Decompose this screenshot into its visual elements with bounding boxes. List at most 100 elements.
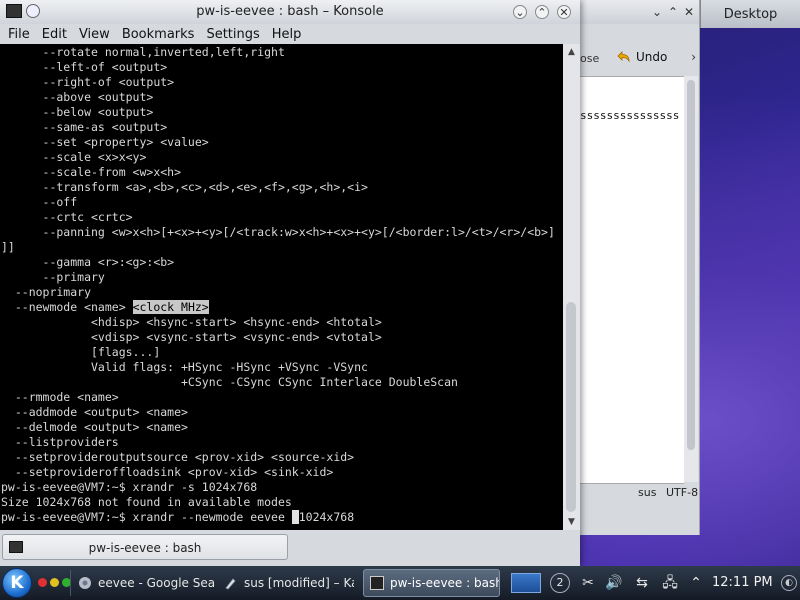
window-dots	[38, 578, 71, 587]
editor-text-line: sssssssssssssss	[580, 109, 680, 122]
konsole-window[interactable]: pw-is-eevee : bash – Konsole ⌄ ⌃ ✕ File …	[0, 0, 580, 566]
terminal-line: --newmode <name> <clock MHz>	[1, 300, 209, 315]
terminal-line: --scale-from <w>x<h>	[1, 165, 182, 179]
kate-window[interactable]: ⌄ ⌃ ✕ ose Undo › sssssssssssssss sus UTF…	[580, 0, 700, 535]
volume-icon[interactable]: 🔊	[604, 573, 624, 593]
terminal-line: Size 1024x768 not found in available mod…	[1, 495, 292, 509]
kate-statusbar: sus UTF-8	[580, 484, 700, 502]
task-chrome[interactable]: eevee - Google Sea	[78, 569, 216, 597]
task-kate[interactable]: sus [modified] – Kat	[224, 569, 354, 597]
maximize-icon[interactable]: ⌃	[535, 5, 549, 19]
terminal-line: --transform <a>,<b>,<c>,<d>,<e>,<f>,<g>,…	[1, 180, 368, 194]
task-label: sus [modified] – Kat	[244, 576, 354, 590]
command-prompt-line[interactable]: pw-is-eevee@VM7:~$ xrandr --newmode eeve…	[1, 510, 354, 525]
scrollbar-thumb[interactable]	[687, 80, 695, 450]
terminal-line: Valid flags: +HSync -HSync +VSync -VSync	[1, 360, 368, 374]
undo-icon	[617, 51, 630, 63]
terminal-line: --same-as <output>	[1, 120, 168, 134]
toolbar-overflow-button[interactable]: ›	[691, 50, 696, 64]
terminal-line: --off	[1, 195, 78, 209]
divider	[70, 570, 71, 596]
terminal-line: --panning <w>x<h>[+<x>+<y>[/<track:w>x<h…	[1, 225, 555, 239]
undo-button[interactable]: Undo	[614, 48, 667, 66]
terminal-line: <hdisp> <hsync-start> <hsync-end> <htota…	[1, 315, 382, 329]
konsole-titlebar[interactable]: pw-is-eevee : bash – Konsole ⌄ ⌃ ✕	[0, 0, 580, 24]
terminal-line: --gamma <r>:<g>:<b>	[1, 255, 175, 269]
maximize-icon[interactable]: ⌃	[666, 5, 680, 19]
clock[interactable]: 12:11 PM	[712, 575, 773, 590]
selected-text[interactable]: <clock MHz>	[132, 300, 209, 314]
chrome-icon	[79, 577, 91, 589]
usb-icon[interactable]: ⇆	[632, 573, 652, 593]
tab-label: pw-is-eevee : bash	[88, 541, 202, 555]
tray-expand-icon[interactable]: ⌃	[686, 573, 706, 593]
terminal-line: --primary	[1, 270, 105, 284]
minimize-icon[interactable]: ⌄	[513, 5, 527, 19]
terminal-scrollbar[interactable]: ▲ ▼	[563, 44, 580, 530]
menu-bookmarks[interactable]: Bookmarks	[116, 27, 201, 42]
tab-session[interactable]: pw-is-eevee : bash	[2, 534, 288, 560]
panel-options-icon[interactable]: ◐	[781, 575, 797, 591]
terminal-line: --setprovideroffloadsink <prov-xid> <sin…	[1, 465, 334, 479]
terminal-line: ]]	[1, 240, 15, 254]
menu-file[interactable]: File	[2, 27, 36, 42]
network-icon[interactable]: 🖧	[660, 573, 680, 593]
terminal-text: --newmode <name>	[1, 300, 133, 314]
task-konsole[interactable]: pw-is-eevee : bash	[363, 569, 500, 597]
close-icon[interactable]: ✕	[682, 5, 696, 19]
red-dot-icon	[38, 578, 47, 587]
notifications-badge[interactable]: 2	[550, 573, 570, 593]
konsole-tabbar: pw-is-eevee : bash	[0, 531, 580, 566]
terminal-line: --set <property> <value>	[1, 135, 209, 149]
desktop-pager[interactable]	[511, 573, 541, 593]
menu-help[interactable]: Help	[266, 27, 308, 42]
task-label: eevee - Google Sea	[98, 576, 216, 590]
close-icon[interactable]: ✕	[557, 5, 571, 19]
kate-toolbar: ose Undo ›	[580, 44, 700, 72]
minimize-icon[interactable]: ⌄	[650, 5, 664, 19]
terminal-line: --addmode <output> <name>	[1, 405, 188, 419]
menu-settings[interactable]: Settings	[200, 27, 265, 42]
terminal-line: --setprovideroutputsource <prov-xid> <so…	[1, 450, 355, 464]
terminal-line: --left-of <output>	[1, 60, 168, 74]
kate-scrollbar[interactable]	[684, 76, 698, 482]
scrollbar-thumb[interactable]	[566, 302, 576, 512]
konsole-icon	[370, 576, 384, 590]
terminal-output[interactable]: --rotate normal,inverted,left,right --le…	[0, 44, 563, 530]
terminal-line: --delmode <output> <name>	[1, 420, 188, 434]
status-encoding[interactable]: UTF-8	[666, 486, 698, 499]
terminal-line: --rmmode <name>	[1, 390, 119, 404]
kde-menu-button[interactable]: K	[2, 568, 32, 598]
status-mode[interactable]: sus	[638, 486, 656, 499]
terminal-line: <vdisp> <vsync-start> <vsync-end> <vtota…	[1, 330, 382, 344]
terminal-line: pw-is-eevee@VM7:~$ xrandr -s 1024x768	[1, 480, 258, 494]
terminal-line: --scale <x>x<y>	[1, 150, 147, 164]
desktop-label[interactable]: Desktop	[700, 0, 800, 28]
terminal-line: --crtc <crtc>	[1, 210, 133, 224]
terminal-line: [flags...]	[1, 345, 161, 359]
scroll-down-icon[interactable]: ▼	[565, 516, 578, 528]
scissors-icon[interactable]: ✂	[578, 573, 598, 593]
terminal-line: --above <output>	[1, 90, 154, 104]
terminal-line: --below <output>	[1, 105, 154, 119]
task-label: pw-is-eevee : bash	[390, 576, 500, 590]
text-cursor	[291, 510, 299, 524]
yellow-dot-icon	[50, 578, 59, 587]
menu-view[interactable]: View	[73, 27, 116, 42]
close-document-button[interactable]: ose	[580, 52, 599, 65]
terminal-line: --listproviders	[1, 435, 119, 449]
menu-edit[interactable]: Edit	[36, 27, 73, 42]
undo-label: Undo	[636, 50, 668, 64]
kate-titlebar[interactable]: ⌄ ⌃ ✕	[580, 0, 699, 24]
window-title: pw-is-eevee : bash – Konsole	[196, 4, 384, 19]
terminal-line: --noprimary	[1, 285, 92, 299]
terminal-line: --right-of <output>	[1, 75, 175, 89]
kate-icon	[225, 578, 236, 590]
kate-editor[interactable]: sssssssssssssss	[580, 76, 684, 484]
scroll-up-icon[interactable]: ▲	[565, 46, 578, 58]
menubar: File Edit View Bookmarks Settings Help	[0, 24, 580, 44]
terminal-line: --rotate normal,inverted,left,right	[1, 45, 285, 59]
terminal-text: pw-is-eevee@VM7:~$ xrandr --newmode eeve…	[1, 510, 292, 524]
taskbar: K eevee - Google Sea sus [modified] – Ka…	[0, 566, 800, 600]
terminal-text: 1024x768	[298, 510, 355, 524]
